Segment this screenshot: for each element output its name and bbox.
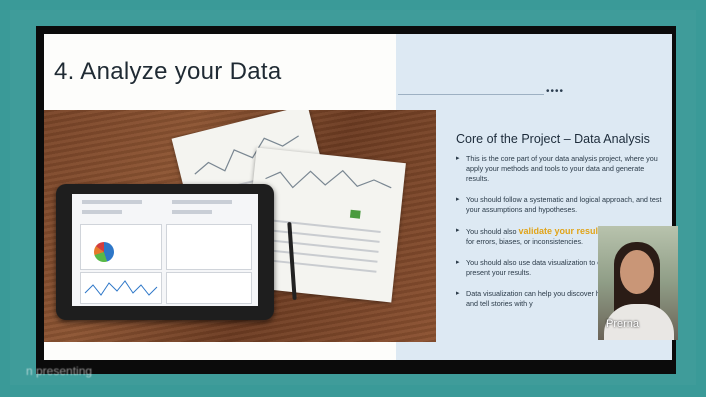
presenting-status: n presenting — [26, 364, 93, 378]
bullet-text: for errors, biases, or inconsistencies. — [466, 237, 584, 246]
tablet-dashboard — [72, 194, 258, 306]
analytics-photo — [44, 110, 436, 342]
divider-line — [398, 94, 544, 95]
decorative-dots: •••• — [546, 86, 565, 97]
tablet — [56, 184, 274, 320]
participant-video-tile[interactable]: Prerna — [598, 226, 678, 340]
dashboard-panel — [80, 224, 162, 270]
dashboard-panel — [166, 224, 252, 270]
dashboard-panel — [80, 272, 162, 304]
core-title: Core of the Project – Data Analysis — [456, 132, 650, 146]
dashboard-table — [166, 272, 252, 304]
bullet-item: This is the core part of your data analy… — [456, 154, 666, 184]
pie-chart-graphic — [94, 242, 114, 262]
dashboard-header — [172, 200, 232, 204]
bullet-item: You should follow a systematic and logic… — [456, 195, 666, 215]
presentation-slide: 4. Analyze your Data •••• Core of the Pr… — [44, 34, 672, 360]
dashboard-header — [82, 210, 122, 214]
shared-screen: 4. Analyze your Data •••• Core of the Pr… — [36, 26, 676, 374]
dashboard-header — [82, 200, 142, 204]
dashboard-header — [172, 210, 212, 214]
bullet-text: You should also — [466, 227, 519, 236]
slide-title: 4. Analyze your Data — [54, 58, 282, 85]
participant-face — [620, 250, 654, 294]
participant-name: Prerna — [606, 318, 640, 330]
highlight-text: validate your resul — [518, 226, 599, 236]
sparkline-graphic — [84, 280, 158, 296]
